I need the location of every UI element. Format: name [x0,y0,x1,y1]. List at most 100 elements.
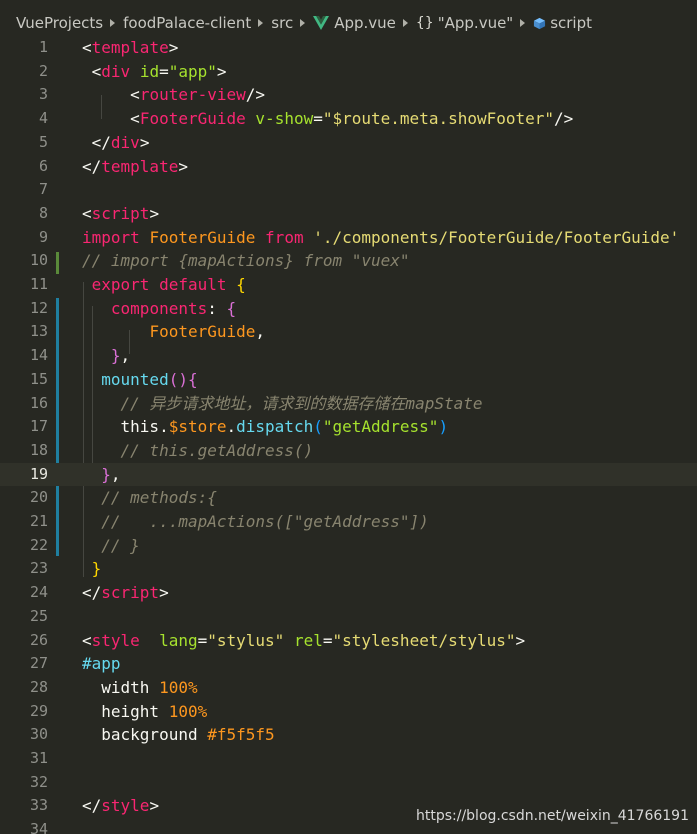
token-tag: FooterGuide [139,109,246,129]
code-text: }, [110,346,131,366]
code-line: 14 }, [0,344,697,368]
code-text: // import {mapActions} from "vuex" [82,249,410,273]
chevron-right-icon [520,19,526,27]
code-text: this.$store.dispatch("getAddress") [120,417,449,437]
line-number: 9 [38,227,48,246]
token-attr: id [139,61,160,81]
code-text: #app [82,652,121,676]
line-number: 13 [29,322,48,341]
chevron-right-icon [300,19,306,27]
code-text: </script> [82,583,169,603]
line-number: 22 [29,535,48,554]
token-string: "getAddress" [322,417,439,437]
code-editor[interactable]: 1 <template> 2 <div id="app"> 3 <router-… [0,36,697,834]
token-keyword: export default [91,275,227,294]
token-comment: // } [101,535,140,555]
line-number: 11 [29,275,48,293]
token-comment: // import {mapActions} from "vuex" [82,251,410,271]
code-text: }, [101,464,121,484]
token-tag: div [110,132,140,152]
code-text: height 100% [82,700,207,724]
code-text: </template> [82,156,188,176]
line-number: 5 [38,132,48,151]
line-number: 19 [29,464,48,483]
token-keyword: from [265,227,304,247]
code-line: 25 [0,605,697,629]
line-number: 25 [29,606,48,625]
breadcrumb-item-foodpalace-client[interactable]: foodPalace-client [123,14,251,32]
token-tag: template [91,38,169,57]
code-line: 24 </script> [0,581,697,605]
code-text: <script> [82,203,160,223]
line-number: 33 [29,796,48,815]
code-line: 1 <template> [0,36,697,60]
line-number: 1 [38,38,48,56]
code-line: 7 [0,178,697,202]
code-text: </style> [82,796,160,816]
braces-icon: {} [415,15,434,31]
breadcrumb-item-src[interactable]: src [271,14,293,32]
token-tag: div [101,61,131,81]
token-tag: router-view [139,85,246,105]
line-number: 29 [29,701,48,720]
breadcrumb-item-app-vue[interactable]: App.vue [313,14,396,32]
token-function: mounted [101,369,169,389]
token-property: height [101,701,160,721]
line-number: 27 [29,654,48,673]
code-text: <template> [82,38,179,57]
token-keyword: import [82,227,140,247]
code-line: 8 <script> [0,202,697,226]
code-line: 17 this.$store.dispatch("getAddress") [0,415,697,439]
line-number: 23 [29,559,48,578]
breadcrumb-item-vueprojects[interactable]: VueProjects [16,14,103,32]
line-number: 30 [29,725,48,744]
token-tag: template [101,156,179,176]
code-text: // methods:{ [82,486,217,510]
breadcrumb-label: script [550,14,593,32]
token-property: components [110,298,208,318]
line-number: 12 [29,298,48,317]
code-line: 2 <div id="app"> [0,60,697,84]
token-string: "$route.meta.showFooter" [322,109,555,129]
token-string: "stylesheet/stylus" [332,630,516,650]
code-text: // ...mapActions(["getAddress"]) [82,510,429,534]
breadcrumb-label: App.vue [334,14,396,32]
code-line: 11 export default { [0,273,697,297]
breadcrumb-label: "App.vue" [437,14,514,32]
line-number: 2 [38,61,48,80]
breadcrumb-item-app-vue-module[interactable]: {} "App.vue" [416,14,513,32]
code-line: 27 #app [0,652,697,676]
chevron-right-icon [258,19,264,27]
code-line: 22 // } [0,534,697,558]
chevron-right-icon [110,19,116,27]
token-string: "app" [168,61,217,81]
breadcrumb-item-script[interactable]: script [533,14,592,32]
token-attr: lang [159,630,198,650]
line-number: 15 [29,369,48,388]
line-number: 16 [29,393,48,412]
code-line: 3 <router-view/> [0,83,697,107]
code-text: width 100% [82,676,197,700]
code-line-current: 19 }, [0,462,697,487]
code-line: 9 import FooterGuide from './components/… [0,226,697,250]
code-line: 10 // import {mapActions} from "vuex" [0,249,697,273]
code-line: 21 // ...mapActions(["getAddress"]) [0,510,697,534]
token-tag: style [91,630,140,650]
line-number: 26 [29,630,48,649]
line-number: 21 [29,512,48,530]
code-line: 4 <FooterGuide v-show="$route.meta.showF… [0,107,697,131]
code-line: 13 FooterGuide, [0,320,697,344]
line-number: 14 [29,346,48,365]
cube-icon [534,17,546,29]
code-line: 16 // 异步请求地址，请求到的数据存储在mapState [0,392,697,416]
token-attr: rel [293,630,323,650]
line-number: 7 [38,180,48,199]
token-tag: script [101,583,160,603]
code-text: <router-view/> [130,85,266,105]
token-comment: // this.getAddress() [120,440,314,460]
token-value: #f5f5f5 [207,725,275,745]
token-identifier: $store [168,417,227,437]
token-string: './components/FooterGuide/FooterGuide' [313,227,680,247]
breadcrumb-label: foodPalace-client [123,14,252,32]
token-tag: style [101,796,150,816]
